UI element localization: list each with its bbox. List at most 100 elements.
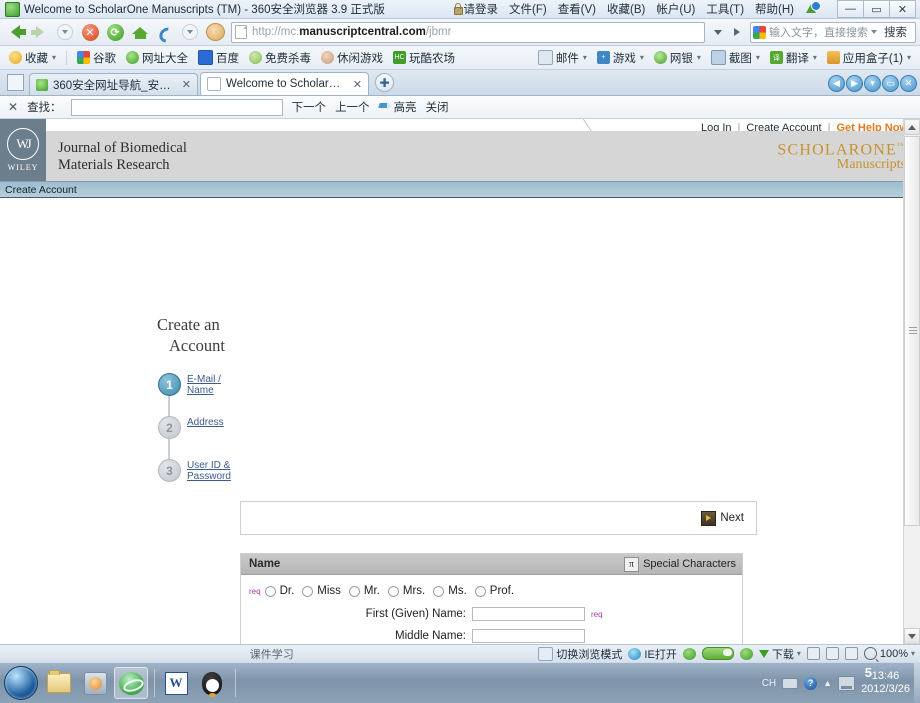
find-close-icon[interactable]: ✕ [8, 100, 18, 114]
find-highlight-button[interactable]: 高亮 [379, 99, 417, 115]
next-button[interactable]: Next [701, 511, 744, 526]
maximize-button[interactable]: ▭ [863, 0, 889, 18]
bookmark-appbox[interactable]: 应用盒子(1)▾ [823, 49, 915, 67]
taskbar-item-media-player[interactable] [78, 667, 112, 699]
bookmark-antivirus[interactable]: 免费杀毒 [245, 49, 315, 67]
find-prev-button[interactable]: 上一个 [335, 99, 370, 115]
browse-mode-button[interactable]: 切换浏览模式 [538, 646, 622, 662]
step-item-userid-password[interactable]: 3 User ID & Password [158, 459, 230, 482]
step-label[interactable]: E-Mail / Name [187, 373, 230, 396]
address-bar[interactable]: http://mc.manuscriptcentral.com/jbmr [231, 22, 705, 43]
paw-button[interactable] [204, 21, 226, 43]
scrollbar-thumb[interactable] [904, 136, 920, 526]
sidebar-icon[interactable] [807, 647, 820, 660]
middle-name-input[interactable] [472, 629, 585, 643]
taskbar-item-browser[interactable] [114, 667, 148, 699]
step-label[interactable]: User ID & Password [187, 459, 231, 482]
stop-button[interactable]: ✕ [79, 21, 101, 43]
menu-item-help[interactable]: 帮助(H) [755, 1, 794, 17]
bookmark-favorites[interactable]: 收藏 ▾ [5, 49, 60, 67]
download-button[interactable]: 下载▾ [759, 646, 801, 662]
tray-expand-icon[interactable]: ▲ [823, 678, 832, 688]
menu-item-login[interactable]: 请登录 [453, 1, 499, 17]
keyboard-icon[interactable] [782, 678, 798, 689]
bookmark-mail[interactable]: 邮件▾ [534, 49, 591, 67]
find-close-button[interactable]: 关闭 [426, 99, 449, 115]
bookmark-screenshot[interactable]: 截图▾ [707, 49, 764, 67]
scroll-down-button[interactable] [904, 628, 920, 644]
menu-item-file[interactable]: 文件(F) [509, 1, 547, 17]
bookmark-baidu[interactable]: 百度 [194, 49, 243, 67]
step-item-email-name[interactable]: 1 E-Mail / Name [158, 373, 230, 396]
search-engine-chevron-icon[interactable] [868, 24, 879, 41]
history-dropdown-button[interactable] [54, 21, 76, 43]
show-desktop-button[interactable] [914, 663, 920, 703]
go-button[interactable] [729, 23, 744, 41]
undo-button[interactable] [154, 21, 176, 43]
network-icon[interactable] [838, 676, 855, 691]
tab-prev-button[interactable]: ◀ [828, 75, 845, 92]
tab-close-all-button[interactable]: ✕ [900, 75, 917, 92]
bookmark-games[interactable]: +游戏▾ [593, 49, 648, 67]
bookmark-nav[interactable]: 网址大全 [122, 49, 192, 67]
speed-toggle[interactable] [702, 647, 734, 660]
tab-360-nav[interactable]: 360安全网址导航_安全... ✕ [29, 73, 198, 95]
radio-mr[interactable] [349, 586, 360, 597]
zoom-control[interactable]: 100%▾ [864, 647, 915, 660]
open-in-ie-button[interactable]: IE打开 [628, 646, 676, 662]
step-label[interactable]: Address [187, 416, 224, 439]
step-item-address[interactable]: 2 Address [158, 416, 230, 439]
taskbar-item-word[interactable]: W [159, 667, 193, 699]
tab-close-icon[interactable]: ✕ [182, 78, 191, 91]
minimize-button[interactable]: — [837, 0, 863, 18]
tab-scholarone[interactable]: Welcome to ScholarO... ✕ [200, 72, 369, 95]
bookmark-bank[interactable]: 网银▾ [650, 49, 705, 67]
tab-close-icon[interactable]: ✕ [353, 78, 362, 91]
close-button[interactable]: ✕ [889, 0, 916, 18]
mute-icon[interactable] [845, 647, 858, 660]
tab-list-button[interactable] [7, 74, 24, 91]
back-button[interactable] [4, 21, 26, 43]
plugin-icon[interactable] [805, 2, 820, 16]
menu-item-tools[interactable]: 工具(T) [706, 1, 744, 17]
menu-item-view[interactable]: 查看(V) [558, 1, 596, 17]
search-button[interactable]: 搜索 [879, 24, 912, 40]
radio-mrs[interactable] [388, 586, 399, 597]
scroll-up-button[interactable] [904, 119, 920, 135]
shield-icon[interactable] [683, 648, 696, 660]
new-tab-button[interactable]: ✚ [375, 73, 394, 92]
address-dropdown-icon[interactable] [710, 23, 726, 41]
forward-button[interactable] [29, 21, 51, 43]
more-dropdown-button[interactable] [179, 21, 201, 43]
tab-restore-button[interactable]: ▭ [882, 75, 899, 92]
bookmark-translate[interactable]: 译翻译▾ [766, 49, 821, 67]
refresh-button[interactable]: ⟳ [104, 21, 126, 43]
help-icon[interactable]: ? [804, 677, 817, 690]
menu-item-account[interactable]: 帐户(U) [656, 1, 695, 17]
page-title-line2: Account [157, 335, 225, 356]
menu-item-favorites[interactable]: 收藏(B) [607, 1, 645, 17]
ime-indicator[interactable]: CH [762, 678, 776, 689]
find-next-button[interactable]: 下一个 [292, 99, 327, 115]
radio-ms[interactable] [433, 586, 444, 597]
first-name-input[interactable] [472, 607, 585, 621]
find-input[interactable] [71, 99, 283, 116]
search-bar[interactable]: 输入文字，直接搜索 搜索 [750, 22, 916, 43]
breadcrumb: Create Account [0, 181, 920, 198]
taskbar-item-explorer[interactable] [42, 667, 76, 699]
tab-menu-button[interactable]: ▾ [864, 75, 881, 92]
radio-dr[interactable] [265, 586, 276, 597]
home-button[interactable] [129, 21, 151, 43]
taskbar-item-qq[interactable] [195, 667, 229, 699]
bookmark-google[interactable]: 谷歌 [73, 49, 120, 67]
recycle-icon[interactable] [740, 648, 753, 660]
bookmark-casual-games[interactable]: 休闲游戏 [317, 49, 387, 67]
radio-miss[interactable] [302, 586, 313, 597]
page-scrollbar[interactable] [903, 119, 920, 644]
start-button[interactable] [4, 666, 38, 700]
special-characters-button[interactable]: π Special Characters [624, 557, 736, 572]
window-mode-icon[interactable] [826, 647, 839, 660]
radio-prof[interactable] [475, 586, 486, 597]
bookmark-farm[interactable]: HC玩酷农场 [389, 49, 459, 67]
tab-next-button[interactable]: ▶ [846, 75, 863, 92]
